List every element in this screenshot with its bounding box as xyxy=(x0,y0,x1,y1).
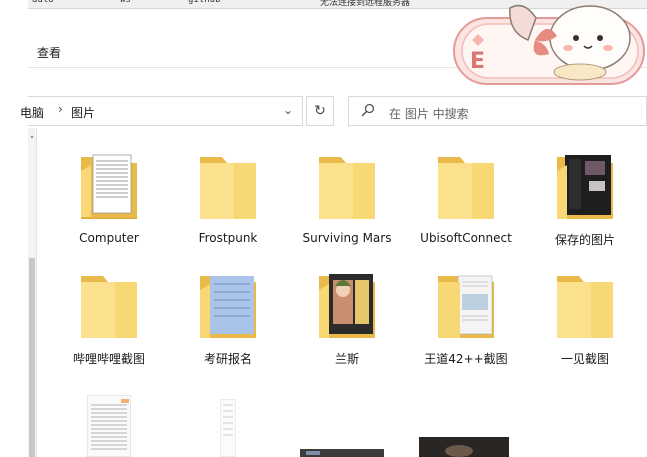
scrollbar-thumb[interactable] xyxy=(29,258,35,457)
folder-icon xyxy=(173,252,283,348)
image-thumbnail[interactable] xyxy=(411,371,521,457)
navigation-bar: 电脑 › 图片 ⌄ ↻ 在 图片 中搜索 xyxy=(20,96,647,128)
folder-icon xyxy=(411,133,521,229)
folder-item[interactable]: 保存的图片 xyxy=(530,133,640,248)
folder-item[interactable]: Frostpunk xyxy=(173,133,283,245)
address-bar[interactable]: 电脑 › 图片 ⌄ xyxy=(20,96,303,126)
folder-icon xyxy=(54,252,164,348)
search-placeholder: 在 图片 中搜索 xyxy=(389,107,469,121)
item-label: 考研报名 xyxy=(203,352,252,366)
folder-item[interactable]: 哔哩哔哩截图 xyxy=(54,252,164,367)
strip-text: auto xyxy=(32,0,54,5)
svg-text:E: E xyxy=(470,49,485,74)
folder-icon xyxy=(173,133,283,229)
folder-icon xyxy=(530,252,640,348)
item-label: Frostpunk xyxy=(198,231,258,245)
folder-item[interactable]: Surviving Mars xyxy=(292,133,402,245)
item-label: 一见截图 xyxy=(560,352,609,366)
decorative-sticker: E xyxy=(440,0,647,92)
strip-text: 无法连接到远程服务器 xyxy=(320,0,411,8)
folder-item[interactable]: Computer xyxy=(54,133,164,245)
item-label: 哔哩哔哩截图 xyxy=(72,352,145,366)
refresh-button[interactable]: ↻ xyxy=(306,96,334,126)
folder-icon xyxy=(54,133,164,229)
item-label: 保存的图片 xyxy=(554,233,615,247)
folder-item[interactable]: 考研报名 xyxy=(173,252,283,367)
search-box[interactable]: 在 图片 中搜索 xyxy=(348,96,647,126)
navigation-pane-scrollbar[interactable]: ˄ xyxy=(28,128,37,457)
strip-text: ws xyxy=(120,0,131,5)
folder-icon xyxy=(530,133,640,229)
breadcrumb-pc[interactable]: 电脑 xyxy=(20,104,44,121)
scroll-up-icon[interactable]: ˄ xyxy=(28,136,36,146)
refresh-icon: ↻ xyxy=(314,103,326,119)
folder-icon xyxy=(411,252,521,348)
item-label: UbisoftConnect xyxy=(420,231,512,245)
image-thumbnail[interactable] xyxy=(54,371,164,457)
folder-icon xyxy=(292,133,402,229)
image-thumbnail-icon xyxy=(300,449,384,457)
desktop-edge xyxy=(0,0,28,457)
folder-item[interactable]: 一见截图 xyxy=(530,252,640,367)
folder-item[interactable]: 王道42++截图 xyxy=(411,252,521,367)
breadcrumb-pictures[interactable]: 图片 xyxy=(71,104,95,121)
tab-view[interactable]: 查看 xyxy=(37,44,61,61)
document-thumbnail-icon xyxy=(87,395,131,457)
image-thumbnail[interactable] xyxy=(292,371,402,457)
folder-item[interactable]: UbisoftConnect xyxy=(411,133,521,245)
folder-item[interactable]: 兰斯 xyxy=(292,252,402,367)
item-label: 兰斯 xyxy=(334,352,359,366)
image-thumbnail-icon xyxy=(419,437,509,457)
item-label: Computer xyxy=(79,231,139,245)
document-thumbnail-icon xyxy=(220,399,236,457)
folder-icon xyxy=(292,252,402,348)
item-label: 王道42++截图 xyxy=(424,352,508,366)
image-thumbnail[interactable] xyxy=(173,371,283,457)
strip-text: github xyxy=(188,0,221,5)
item-label: Surviving Mars xyxy=(302,231,392,245)
search-icon xyxy=(361,103,375,117)
file-view: Computer Frostpunk Surviving Mars Ubisof… xyxy=(37,129,647,457)
chevron-right-icon[interactable]: › xyxy=(58,102,63,116)
chevron-down-icon[interactable]: ⌄ xyxy=(283,103,293,117)
